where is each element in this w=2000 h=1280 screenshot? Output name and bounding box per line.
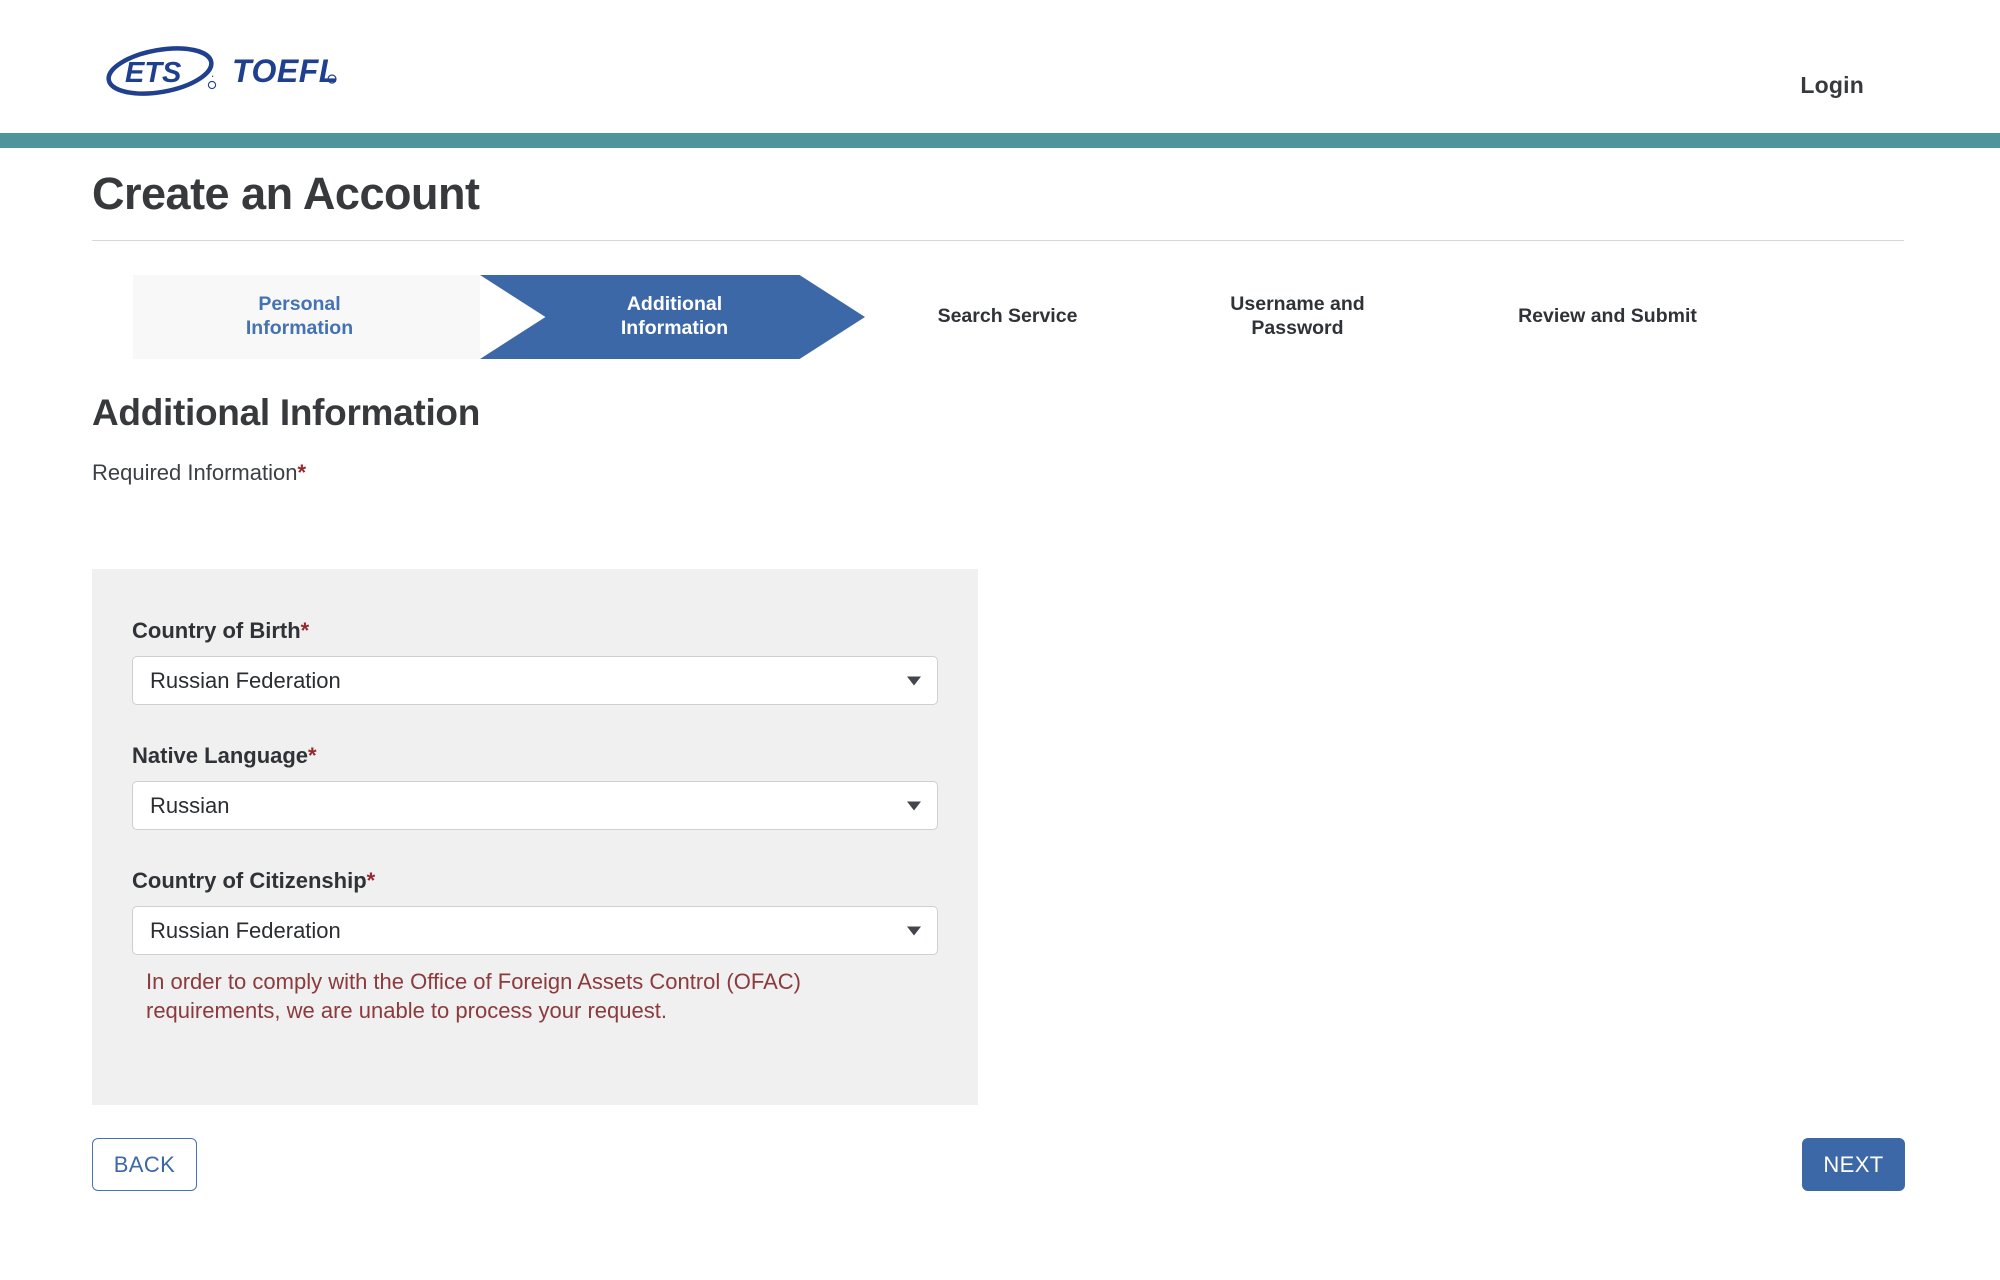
ets-toefl-logo[interactable]: ETS . TOEFL [104, 44, 344, 100]
step-label: Personal Information [246, 293, 353, 341]
required-asterisk: * [300, 618, 310, 643]
required-asterisk: * [308, 743, 317, 768]
step-label-line2: Information [245, 317, 354, 339]
svg-text:TOEFL: TOEFL [232, 53, 339, 89]
step-label-line1: Personal [258, 293, 341, 316]
next-button[interactable]: NEXT [1802, 1138, 1905, 1191]
field-label: Country of Citizenship* [132, 868, 938, 894]
additional-information-form: Country of Birth* Russian Federation Nat… [92, 569, 978, 1105]
step-label-line1: Additional [626, 293, 723, 316]
step-additional-information[interactable]: Additional Information [480, 275, 865, 359]
chevron-down-icon[interactable] [907, 926, 921, 935]
chevron-down-icon[interactable] [907, 676, 921, 685]
step-label-line2: Information [620, 317, 729, 339]
progress-stepper: Personal Information Additional Informat… [0, 275, 2000, 359]
field-label: Native Language* [132, 743, 938, 769]
required-information-note: Required Information* [92, 460, 306, 486]
step-label-line2: Password [1251, 317, 1344, 339]
select-selected-value: Russian [150, 792, 230, 818]
login-link[interactable]: Login [1800, 72, 1864, 99]
chevron-down-icon[interactable] [907, 801, 921, 810]
field-label-text: Native Language [132, 743, 309, 768]
svg-text:.: . [211, 66, 214, 80]
step-label-line1: Username and [1230, 293, 1365, 316]
step-label: Username and Password [1230, 293, 1364, 341]
field-native-language: Native Language* Russian [132, 743, 938, 830]
field-label: Country of Birth* [132, 618, 938, 644]
svg-text:ETS: ETS [125, 57, 182, 89]
step-review-and-submit[interactable]: Review and Submit [1445, 275, 1770, 359]
step-search-service[interactable]: Search Service [865, 275, 1150, 359]
back-button[interactable]: BACK [92, 1138, 197, 1191]
required-asterisk: * [297, 460, 307, 485]
required-note-text: Required Information [92, 460, 298, 485]
teal-accent-bar [0, 133, 2000, 148]
required-asterisk: * [366, 868, 376, 893]
field-country-of-citizenship: Country of Citizenship* Russian Federati… [132, 868, 938, 1025]
site-header: ETS . TOEFL Login [0, 0, 2000, 133]
native-language-select[interactable]: Russian [132, 781, 938, 830]
section-heading: Additional Information [92, 392, 481, 433]
country-of-citizenship-select[interactable]: Russian Federation [132, 906, 938, 955]
step-label: Additional Information [621, 293, 728, 341]
country-of-birth-select[interactable]: Russian Federation [132, 656, 938, 705]
ofac-error-message: In order to comply with the Office of Fo… [146, 969, 801, 1024]
field-country-of-birth: Country of Birth* Russian Federation [132, 618, 938, 705]
select-selected-value: Russian Federation [150, 667, 341, 693]
page-title: Create an Account [92, 168, 480, 219]
step-username-and-password[interactable]: Username and Password [1150, 275, 1445, 359]
step-label: Review and Submit [1518, 305, 1697, 328]
field-label-text: Country of Birth [132, 618, 301, 643]
select-selected-value: Russian Federation [150, 917, 341, 943]
title-divider [92, 240, 1904, 241]
field-label-text: Country of Citizenship [132, 868, 367, 893]
step-personal-information[interactable]: Personal Information [133, 275, 480, 359]
step-label: Search Service [937, 305, 1078, 328]
